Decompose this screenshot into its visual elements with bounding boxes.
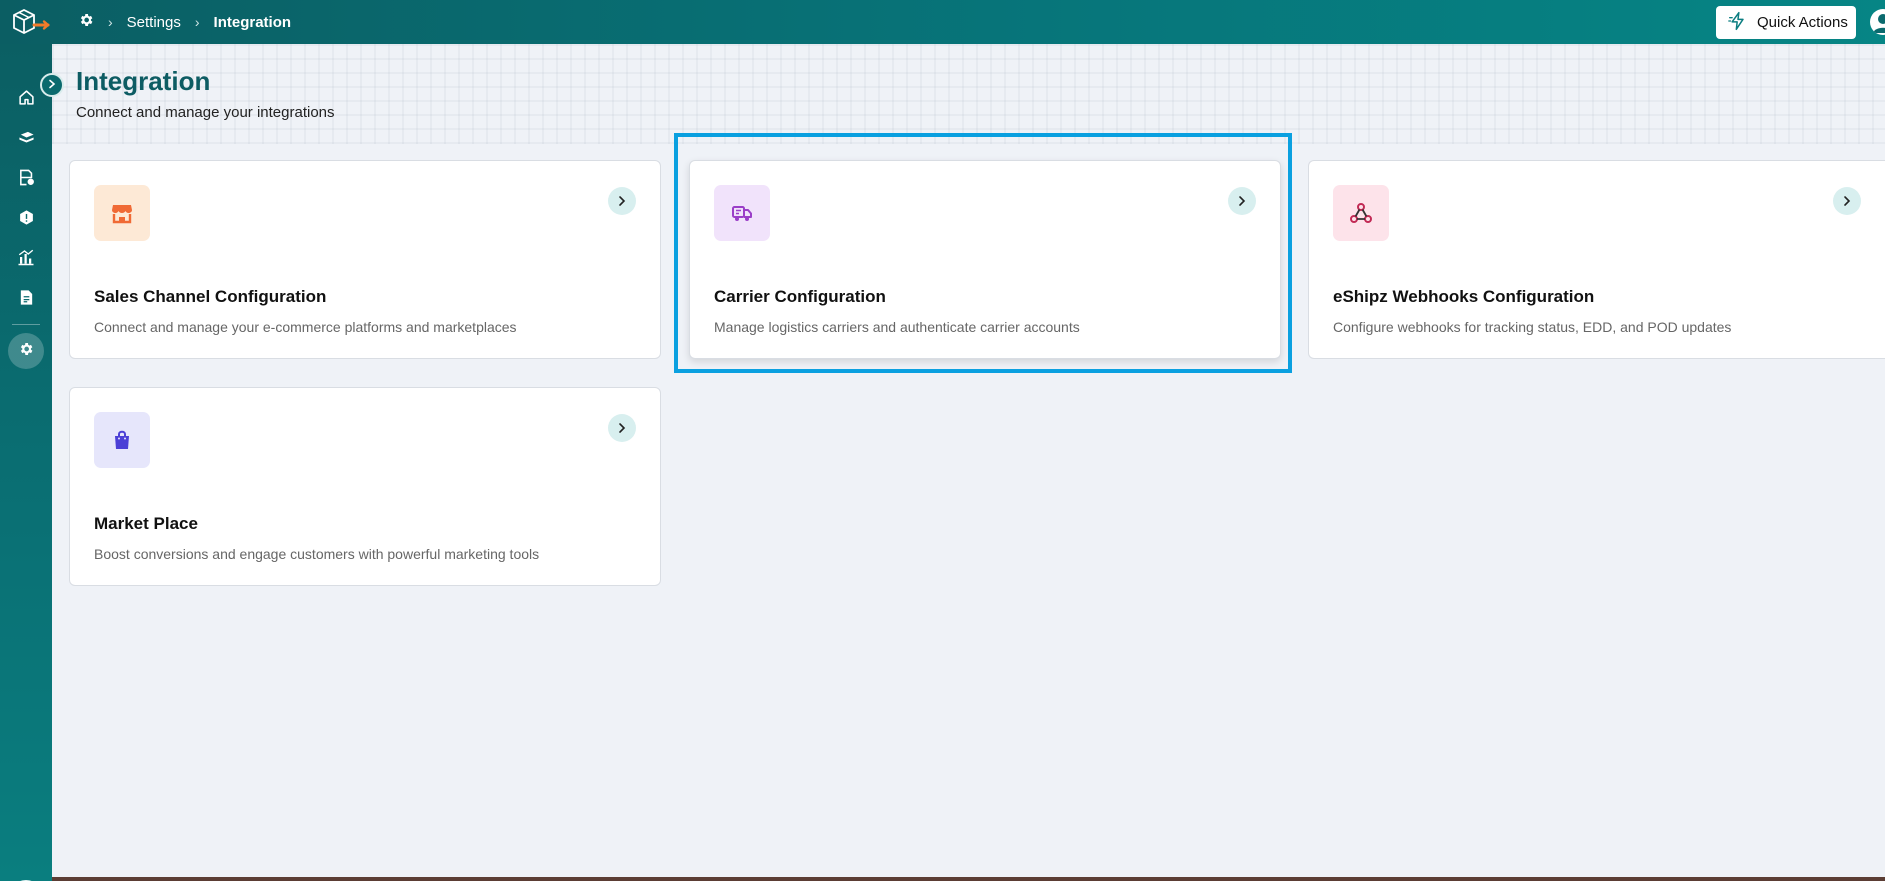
sidebar	[0, 44, 52, 881]
card-description: Boost conversions and engage customers w…	[94, 546, 540, 562]
page-title: Integration	[76, 66, 211, 96]
breadcrumb-chevron-icon: ›	[194, 14, 200, 30]
sidebar-expand-button[interactable]	[40, 73, 64, 97]
home-icon[interactable]	[16, 87, 36, 107]
analytics-chart-icon[interactable]	[16, 247, 36, 267]
card-title: Sales Channel Configuration	[94, 287, 327, 306]
gear-icon	[18, 341, 34, 362]
top-bar: › Settings › Integration Quick Actions	[0, 0, 1885, 44]
card-description: Connect and manage your e-commerce platf…	[94, 319, 517, 335]
alert-shield-icon[interactable]	[16, 207, 36, 227]
card-description: Configure webhooks for tracking status, …	[1333, 319, 1732, 335]
delivery-truck-icon	[714, 185, 770, 241]
chevron-right-icon[interactable]	[608, 187, 636, 215]
card-description: Manage logistics carriers and authentica…	[714, 319, 1080, 335]
card-market-place[interactable]: Market Place Boost conversions and engag…	[69, 387, 661, 586]
report-document-icon[interactable]	[16, 287, 36, 307]
card-sales-channel-configuration[interactable]: Sales Channel Configuration Connect and …	[69, 160, 661, 359]
sidebar-settings-button[interactable]	[8, 333, 44, 369]
lightning-icon	[1728, 11, 1748, 35]
breadcrumb-chevron-icon: ›	[108, 14, 113, 30]
chevron-right-icon[interactable]	[608, 414, 636, 442]
card-title: Market Place	[94, 514, 198, 533]
chevron-right-icon[interactable]	[1833, 187, 1861, 215]
card-carrier-configuration[interactable]: Carrier Configuration Manage logistics c…	[689, 160, 1281, 359]
user-avatar-icon[interactable]	[1870, 9, 1885, 35]
shopping-bag-icon	[94, 412, 150, 468]
chevron-right-icon	[47, 76, 57, 94]
settings-gear-icon[interactable]	[78, 12, 94, 32]
box-icon[interactable]	[16, 127, 36, 147]
breadcrumb-settings-link[interactable]: Settings	[127, 14, 181, 31]
sidebar-divider	[12, 324, 40, 325]
quick-actions-button[interactable]: Quick Actions	[1716, 6, 1856, 39]
storefront-icon	[94, 185, 150, 241]
quick-actions-label: Quick Actions	[1757, 14, 1848, 31]
bottom-strip	[52, 877, 1885, 881]
chevron-right-icon[interactable]	[1228, 187, 1256, 215]
header-pattern	[52, 44, 1885, 144]
webhook-icon	[1333, 185, 1389, 241]
app-logo-icon[interactable]	[8, 6, 50, 38]
page-subtitle: Connect and manage your integrations	[76, 104, 335, 121]
card-title: eShipz Webhooks Configuration	[1333, 287, 1595, 306]
document-add-icon[interactable]	[16, 167, 36, 187]
breadcrumb-current: Integration	[213, 13, 292, 31]
card-eshipz-webhooks-configuration[interactable]: eShipz Webhooks Configuration Configure …	[1308, 160, 1885, 359]
card-title: Carrier Configuration	[714, 287, 886, 306]
breadcrumb: › Settings › Integration	[78, 0, 291, 44]
